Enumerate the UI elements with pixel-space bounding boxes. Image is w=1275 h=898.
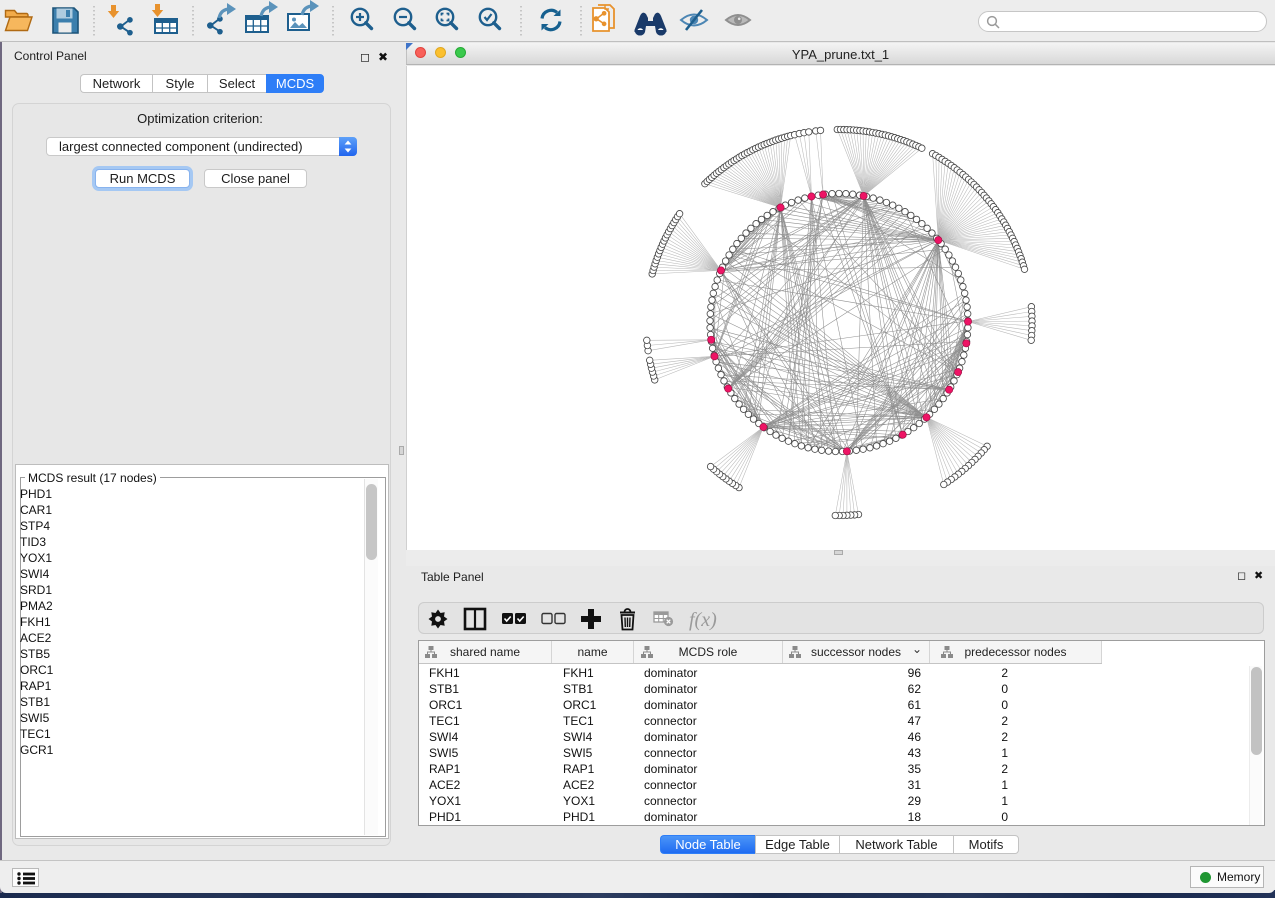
svg-text:f(x): f(x) bbox=[689, 609, 717, 631]
